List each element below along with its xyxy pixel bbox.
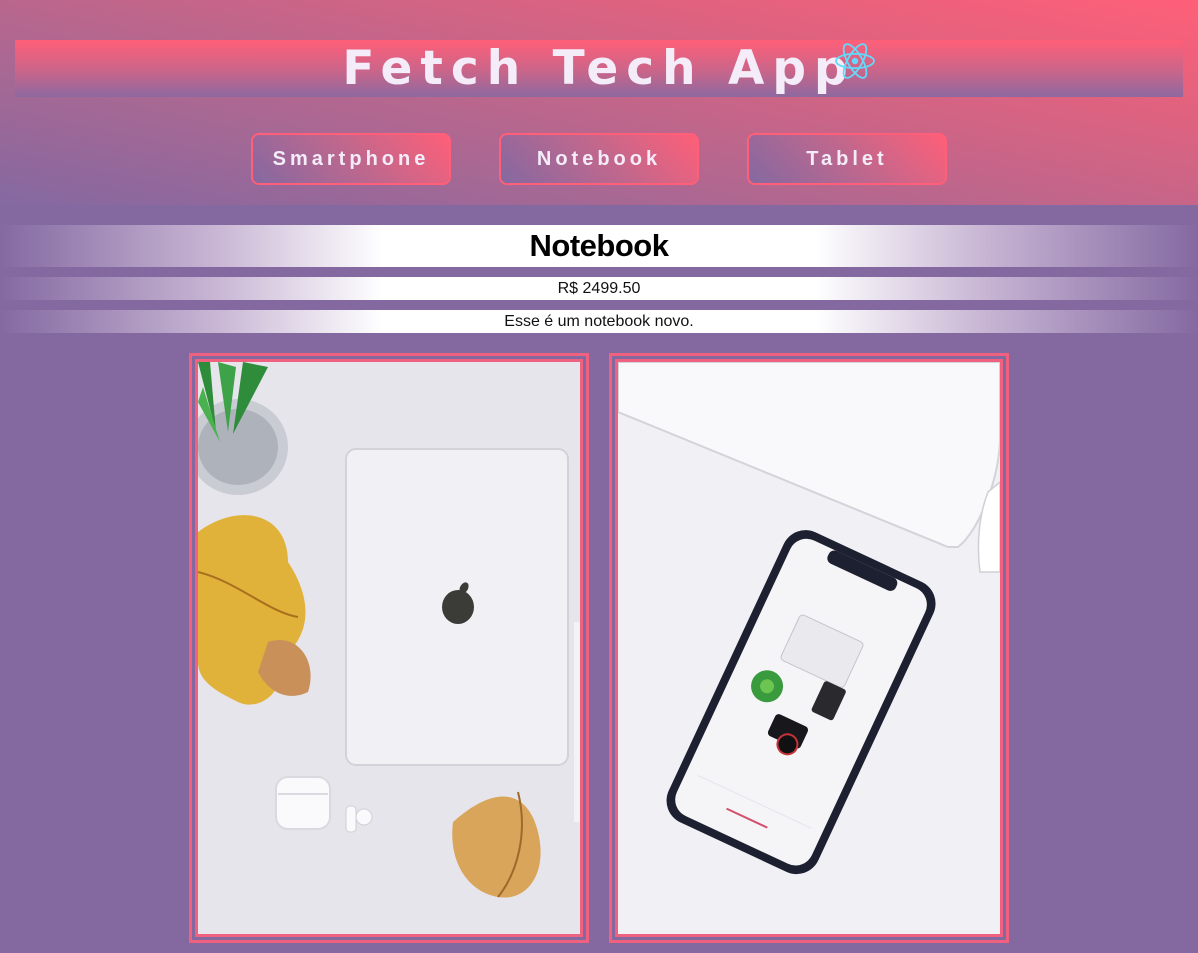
smartphone-photo [618, 362, 1000, 934]
product-price: R$ 2499.50 [0, 277, 1198, 300]
tablet-button[interactable]: Tablet [747, 133, 947, 185]
title-banner: Fetch Tech App [15, 40, 1183, 97]
app-title: Fetch Tech App [342, 41, 856, 96]
smartphone-button[interactable]: Smartphone [251, 133, 451, 185]
product-name: Notebook [0, 225, 1198, 267]
product-image-card-2 [609, 353, 1009, 943]
category-nav: Smartphone Notebook Tablet [0, 133, 1198, 185]
product-description: Esse é um notebook novo. [0, 310, 1198, 333]
notebook-button[interactable]: Notebook [499, 133, 699, 185]
product-image-1 [195, 359, 583, 937]
laptop-closed [345, 448, 569, 766]
product-image-card-1 [189, 353, 589, 943]
react-atom-icon [835, 43, 875, 79]
app-header: Fetch Tech App Smartphone Notebook Table… [0, 0, 1198, 205]
laptop-photo [198, 362, 580, 934]
product-image-2 [615, 359, 1003, 937]
